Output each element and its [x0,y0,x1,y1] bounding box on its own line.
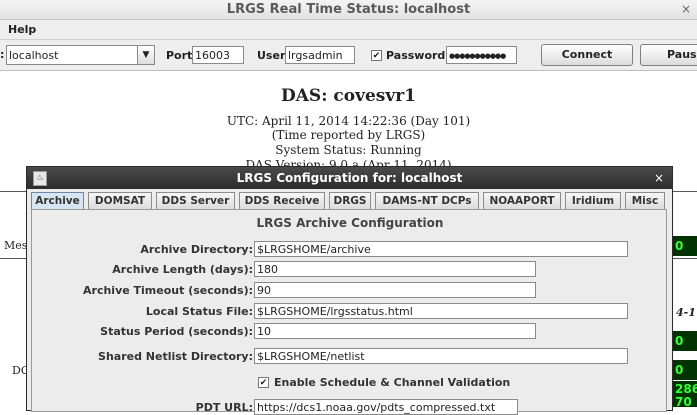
tab-domsat[interactable]: DOMSAT [88,192,152,209]
chevron-down-icon[interactable]: ▼ [137,45,155,65]
menu-help[interactable]: Help [8,23,36,36]
archive-length-input[interactable]: 180 [254,261,536,277]
archive-timeout-label: Archive Timeout (seconds): [83,284,253,297]
tab-dds-receive[interactable]: DDS Receive [239,192,325,209]
tab-noaaport[interactable]: NOAAPORT [483,192,561,209]
side-label-mes: Mes [4,239,28,252]
local-status-file-label: Local Status File: [145,305,253,318]
pdt-url-input[interactable]: https://dcs1.noaa.gov/pdts_compressed.tx… [254,399,518,415]
archive-timeout-input[interactable]: 90 [254,282,536,298]
status-period-label: Status Period (seconds): [100,325,253,338]
tab-dams-nt-dcps[interactable]: DAMS-NT DCPs [375,192,479,209]
status-value-cell: 0 [671,331,697,351]
das-title: DAS: covesvr1 [280,86,417,106]
pdt-url-label: PDT URL: [195,401,253,414]
archive-directory-label: Archive Directory: [140,243,253,256]
status-value-cell: 0 [671,236,697,256]
utc-time: UTC: April 11, 2014 14:22:36 (Day 101) [226,114,471,128]
window-title: LRGS Real Time Status: localhost [226,2,471,17]
archive-length-label: Archive Length (days): [112,263,253,276]
pause-button[interactable]: Pause [640,44,697,66]
archive-config-panel: LRGS Archive Configuration Archive Direc… [31,209,667,415]
dialog-close-icon[interactable]: × [654,167,664,189]
main-title-bar: LRGS Real Time Status: localhost × [0,0,697,20]
tab-dds-server[interactable]: DDS Server [156,192,235,209]
java-app-icon: ♨ [33,171,47,186]
status-value-cell: 0 [671,360,697,380]
schedule-validation-checkbox[interactable]: ✔ [258,377,269,388]
connect-button[interactable]: Connect [541,44,633,66]
tab-drgs[interactable]: DRGS [329,192,371,209]
password-checkbox[interactable]: ✔ [371,50,382,61]
window-close-icon[interactable]: × [681,0,691,19]
dialog-title-bar: ♨ LRGS Configuration for: localhost × [27,167,672,189]
host-label-colon: : [0,48,5,61]
tab-archive[interactable]: Archive [31,192,84,209]
archive-directory-input[interactable]: $LRGSHOME/archive [254,241,628,257]
right-column-label: 4-1 [676,306,696,319]
local-status-file-input[interactable]: $LRGSHOME/lrgsstatus.html [254,303,628,319]
shared-netlist-directory-input[interactable]: $LRGSHOME/netlist [254,348,628,364]
tab-iridium[interactable]: Iridium [565,192,621,209]
password-label: Password: [386,49,450,62]
user-input[interactable]: lrgsadmin [285,46,355,64]
shared-netlist-directory-label: Shared Netlist Directory: [98,350,253,363]
password-input[interactable]: ●●●●●●●●●●● [446,46,517,64]
host-combo-input[interactable]: localhost [6,45,138,65]
menu-bar: Help [0,20,697,40]
time-reported-note: (Time reported by LRGS) [271,128,426,142]
status-period-input[interactable]: 10 [254,323,536,339]
dialog-title: LRGS Configuration for: localhost [236,171,463,185]
status-value-cell: 70 [671,396,697,408]
system-status: System Status: Running [275,143,422,157]
port-input[interactable]: 16003 [192,46,244,64]
config-tabs: Archive DOMSAT DDS Server DDS Receive DR… [27,190,672,209]
lrgs-config-dialog: ♨ LRGS Configuration for: localhost × Ar… [26,166,673,415]
schedule-validation-label: Enable Schedule & Channel Validation [274,376,511,389]
tab-misc[interactable]: Misc [625,192,665,209]
panel-title: LRGS Archive Configuration [256,216,444,230]
